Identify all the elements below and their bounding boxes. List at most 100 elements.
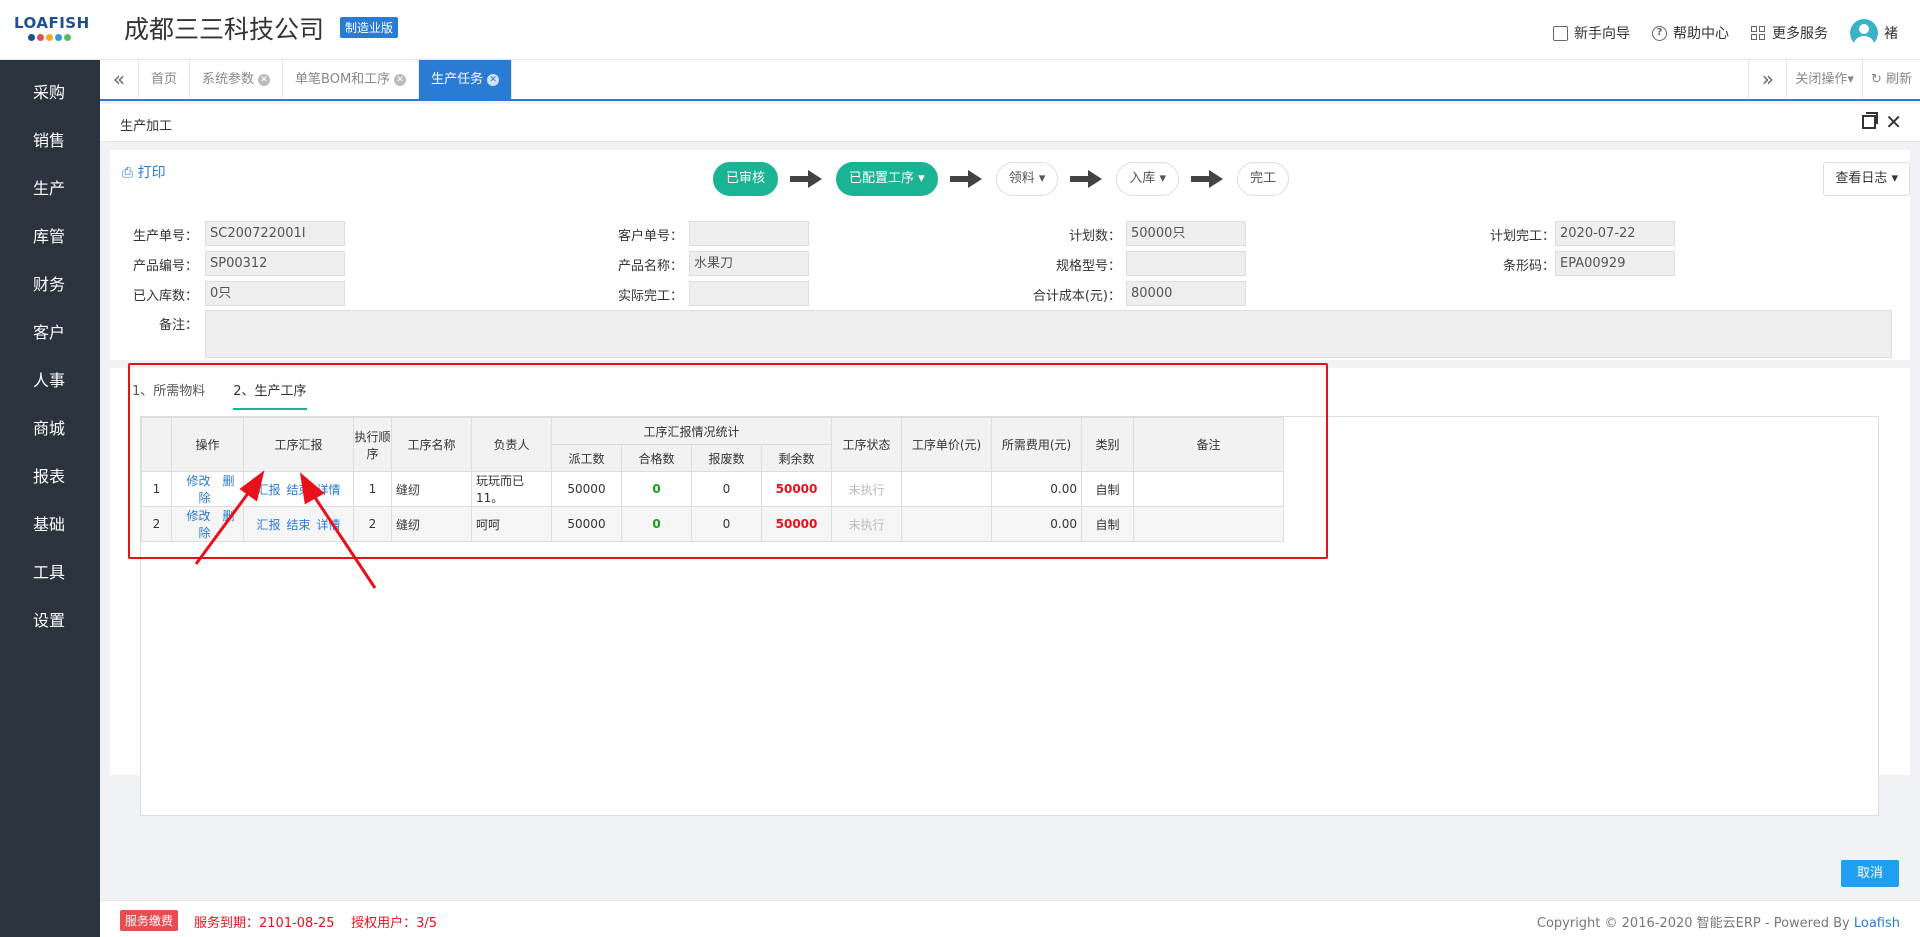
actual-done-label: 实际完工： <box>617 289 683 304</box>
guide-link-label: 新手向导 <box>1574 26 1630 42</box>
actual-done-field[interactable] <box>689 281 809 306</box>
fee-cell: 0.00 <box>991 506 1082 542</box>
logo-text: LOAFISH <box>14 14 90 32</box>
detail-link[interactable]: 详情 <box>317 518 341 532</box>
view-log-button[interactable]: 查看日志 ▾ <box>1823 162 1910 196</box>
tab-production-processes[interactable]: 2、生产工序 <box>233 380 307 410</box>
row-index: 1 <box>141 471 172 507</box>
brand-link[interactable]: Loafish <box>1854 916 1900 931</box>
tabs-bar: « 首页 系统参数 ✕ 单笔BOM和工序 ✕ 生产任务 ✕ » 关闭操作▾ ↻ 刷新 <box>100 60 1920 101</box>
sidebar-item-tools[interactable]: 工具 <box>0 549 100 597</box>
help-link[interactable]: ? 帮助中心 <box>1652 23 1729 43</box>
sidebar-item-mall[interactable]: 商城 <box>0 405 100 453</box>
close-icon[interactable]: ✕ <box>487 73 500 86</box>
help-link-label: 帮助中心 <box>1673 26 1729 42</box>
header-operation: 操作 <box>171 417 244 472</box>
printer-icon: ⎙ <box>122 165 134 181</box>
step-pick-material[interactable]: 领料 ▾ <box>995 162 1059 196</box>
sidebar-item-purchase[interactable]: 采购 <box>0 69 100 117</box>
spec-field[interactable] <box>1126 251 1246 276</box>
sidebar-item-inventory[interactable]: 库管 <box>0 213 100 261</box>
copyright-text: Copyright © 2016-2020 智能云ERP - Powered B… <box>1536 916 1850 931</box>
plan-qty-field[interactable]: 50000只 <box>1126 221 1246 246</box>
finish-link[interactable]: 结束 <box>286 518 310 532</box>
stocked-label: 已入库数： <box>132 289 198 304</box>
scrapped-cell: 0 <box>691 506 762 542</box>
order-no-field[interactable]: SC200722001I <box>205 221 345 246</box>
header-stats: 工序汇报情况统计 <box>551 417 832 445</box>
service-payment-button[interactable]: 服务缴费 <box>120 910 179 931</box>
user-menu[interactable]: 褚 <box>1850 19 1898 47</box>
category-cell: 自制 <box>1081 471 1134 507</box>
tab-required-materials[interactable]: 1、所需物料 <box>132 380 205 410</box>
close-operations-dropdown[interactable]: 关闭操作▾ <box>1786 60 1862 99</box>
tab-home[interactable]: 首页 <box>139 60 191 99</box>
step-configured[interactable]: 已配置工序 ▾ <box>836 162 938 196</box>
tab-system-params[interactable]: 系统参数 ✕ <box>190 60 284 99</box>
report-link[interactable]: 汇报 <box>256 518 280 532</box>
detail-link[interactable]: 详情 <box>317 483 341 497</box>
help-icon: ? <box>1652 25 1667 41</box>
log-label: 查看日志 <box>1835 171 1888 186</box>
company-name: 成都三三科技公司 <box>124 15 325 44</box>
tab-label: 系统参数 <box>202 72 255 87</box>
product-name-field[interactable]: 水果刀 <box>689 251 809 276</box>
edit-link[interactable]: 修改 <box>186 509 210 523</box>
stocked-field[interactable]: 0只 <box>205 281 345 306</box>
header-scrapped: 报废数 <box>691 444 762 472</box>
logo[interactable]: LOAFISH <box>0 0 100 60</box>
tab-label: 单笔BOM和工序 <box>295 72 391 87</box>
step-approved[interactable]: 已审核 <box>713 162 779 196</box>
sidebar-item-customer[interactable]: 客户 <box>0 309 100 357</box>
cancel-button[interactable]: 取消 <box>1841 860 1899 887</box>
operation-cell: 修改 删除 <box>171 506 244 542</box>
plan-done-field[interactable]: 2020-07-22 <box>1555 221 1675 246</box>
total-cost-field[interactable]: 80000 <box>1126 281 1246 306</box>
sidebar-item-sales[interactable]: 销售 <box>0 117 100 165</box>
sidebar-item-reports[interactable]: 报表 <box>0 453 100 501</box>
header-sequence: 执行顺序 <box>353 417 392 472</box>
step-complete[interactable]: 完工 <box>1237 162 1290 196</box>
header-process-name: 工序名称 <box>391 417 472 472</box>
sidebar-item-hr[interactable]: 人事 <box>0 357 100 405</box>
owner-cell: 玩玩而已11。 <box>471 471 552 507</box>
sidebar-item-finance[interactable]: 财务 <box>0 261 100 309</box>
operation-cell: 修改 删除 <box>171 471 244 507</box>
workflow-steps: 已审核 已配置工序 ▾ 领料 ▾ 入库 ▾ 完工 <box>713 162 1290 196</box>
more-services-link[interactable]: 更多服务 <box>1751 23 1828 43</box>
order-no-label: 生产单号： <box>132 229 198 244</box>
guide-link[interactable]: 新手向导 <box>1553 23 1630 43</box>
close-icon[interactable]: ✕ <box>1885 110 1902 134</box>
barcode-label: 条形码： <box>1502 259 1555 274</box>
report-link[interactable]: 汇报 <box>256 483 280 497</box>
print-button[interactable]: ⎙ 打印 <box>122 162 166 182</box>
table-row: 1 修改 删除 汇报 结束 详情 1 缝纫 玩玩而已11。 50000 0 0 500… <box>141 471 1284 507</box>
finish-link[interactable]: 结束 <box>286 483 310 497</box>
tabs-scroll-left-icon[interactable]: « <box>100 60 139 99</box>
remark-textarea[interactable] <box>205 310 1892 358</box>
close-icon[interactable]: ✕ <box>258 73 271 86</box>
step-warehouse-in[interactable]: 入库 ▾ <box>1116 162 1180 196</box>
tabs-scroll-right-icon[interactable]: » <box>1748 60 1786 99</box>
barcode-field[interactable]: EPA00929 <box>1555 251 1675 276</box>
status-cell: 未执行 <box>831 506 902 542</box>
sidebar-item-settings[interactable]: 设置 <box>0 597 100 645</box>
tab-production-task[interactable]: 生产任务 ✕ <box>419 60 513 99</box>
header-qualified: 合格数 <box>621 444 692 472</box>
close-icon[interactable]: ✕ <box>394 73 407 86</box>
sidebar-item-production[interactable]: 生产 <box>0 165 100 213</box>
edit-link[interactable]: 修改 <box>186 474 210 488</box>
page-title-bar: 生产加工 ✕ <box>100 104 1920 142</box>
sidebar: 采购 销售 生产 库管 财务 客户 人事 商城 报表 基础 工具 设置 <box>0 60 100 937</box>
header-owner: 负责人 <box>471 417 552 472</box>
refresh-button[interactable]: ↻ 刷新 <box>1861 60 1920 99</box>
sidebar-item-basics[interactable]: 基础 <box>0 501 100 549</box>
top-bar: LOAFISH 成都三三科技公司 制造业版 新手向导 ? 帮助中心 更多服务 褚 <box>0 0 1920 60</box>
tab-label: 生产任务 <box>431 72 484 87</box>
customer-no-field[interactable] <box>689 221 809 246</box>
sequence-cell: 1 <box>353 471 392 507</box>
dispatched-cell: 50000 <box>551 506 622 542</box>
restore-window-icon[interactable] <box>1862 112 1878 129</box>
tab-bom[interactable]: 单笔BOM和工序 ✕ <box>283 60 420 99</box>
product-no-field[interactable]: SP00312 <box>205 251 345 276</box>
